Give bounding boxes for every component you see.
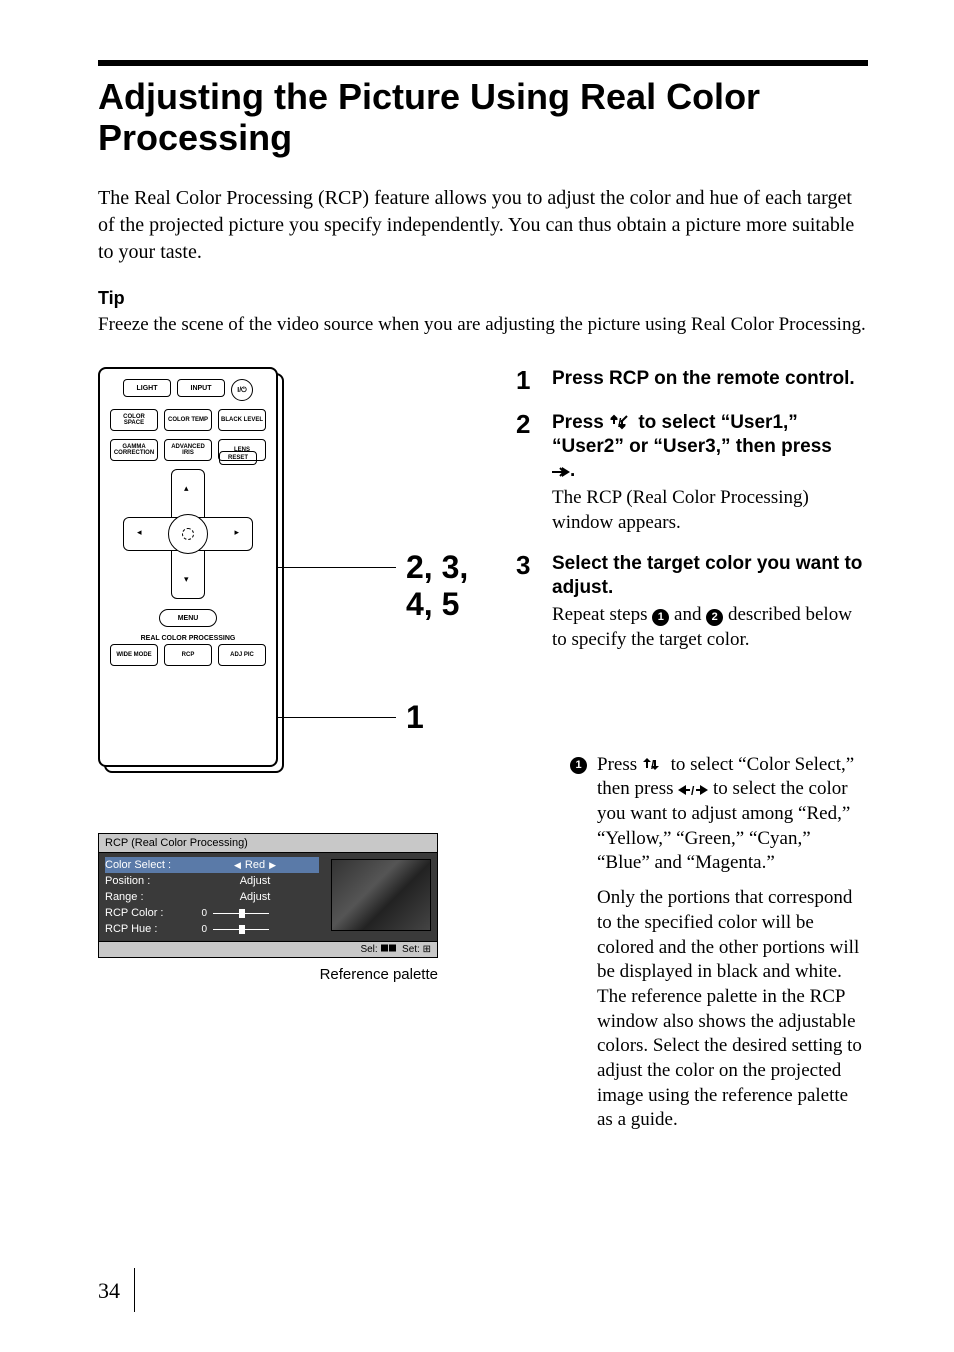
remote-widemode-button: WIDE MODE bbox=[110, 644, 158, 666]
remote-input-button: INPUT bbox=[177, 379, 225, 397]
step-3-heading: Select the target color you want to adju… bbox=[552, 552, 868, 600]
substep-1-marker: 1 bbox=[570, 757, 587, 774]
remote-blacklevel-button: BLACK LEVEL bbox=[218, 409, 266, 431]
remote-rcp-section-label: REAL COLOR PROCESSING bbox=[108, 635, 268, 642]
page-number-rule bbox=[134, 1268, 135, 1312]
page-number: 34 bbox=[98, 1278, 120, 1304]
step-3-body: Repeat steps 1 and 2 described below to … bbox=[552, 603, 868, 652]
rcp-row-hue: RCP Hue : 0 bbox=[105, 921, 319, 937]
remote-light-button: LIGHT bbox=[123, 379, 171, 397]
step-2-body: The RCP (Real Color Processing) window a… bbox=[552, 486, 868, 535]
callout-rcp-label: 1 bbox=[406, 699, 424, 736]
remote-rcp-button: RCP bbox=[164, 644, 212, 666]
substep-1-text-a: Press / to select “Color Select,” then p… bbox=[597, 753, 868, 876]
step-2-number: 2 bbox=[516, 411, 540, 536]
step-1-number: 1 bbox=[516, 367, 540, 395]
step-3-number: 3 bbox=[516, 552, 540, 653]
tip-label: Tip bbox=[98, 288, 868, 309]
up-down-arrow-icon: / bbox=[642, 756, 666, 772]
remote-gamma-button: GAMMA CORRECTION bbox=[110, 439, 158, 461]
rcp-preview-thumbnail bbox=[331, 859, 431, 931]
rcp-window-illustration: RCP (Real Color Processing) Color Select… bbox=[98, 833, 488, 983]
step-2: 2 Press / to select “User1,” “User2” or … bbox=[516, 411, 868, 536]
svg-text:/: / bbox=[691, 784, 695, 796]
step-1: 1 Press RCP on the remote control. bbox=[516, 367, 868, 395]
rcp-footer: Sel: ⯀⯀ Set: ⊞ bbox=[99, 941, 437, 957]
circled-1-icon: 1 bbox=[652, 609, 669, 626]
intro-paragraph: The Real Color Processing (RCP) feature … bbox=[98, 185, 868, 266]
remote-menu-button: MENU bbox=[159, 609, 217, 627]
up-down-arrow-icon: / bbox=[609, 414, 633, 430]
rcp-row-color: RCP Color : 0 bbox=[105, 905, 319, 921]
circled-2-icon: 2 bbox=[706, 609, 723, 626]
page-title: Adjusting the Picture Using Real Color P… bbox=[98, 76, 868, 159]
substep-1: 1 Press / to select “Color Select,” then… bbox=[516, 753, 868, 1133]
tip-body: Freeze the scene of the video source whe… bbox=[98, 313, 868, 338]
rcp-row-range: Range : Adjust bbox=[105, 889, 319, 905]
remote-power-button: I/⏻ bbox=[231, 379, 253, 401]
rcp-row-position: Position : Adjust bbox=[105, 873, 319, 889]
remote-dpad: RESET ▴ ▾ ◂ ▸ bbox=[123, 469, 253, 599]
step-3: 3 Select the target color you want to ad… bbox=[516, 552, 868, 653]
remote-adjpic-button: ADJ PIC bbox=[218, 644, 266, 666]
remote-colorspace-button: COLOR SPACE bbox=[110, 409, 158, 431]
top-rule bbox=[98, 60, 868, 66]
remote-adviris-button: ADVANCED IRIS bbox=[164, 439, 212, 461]
substep-1-text-b: Only the portions that correspond to the… bbox=[597, 886, 868, 1133]
right-arrow-icon bbox=[552, 466, 570, 478]
callout-steps-label: 2, 3, 4, 5 bbox=[406, 549, 488, 623]
remote-colortemp-button: COLOR TEMP bbox=[164, 409, 212, 431]
remote-reset-button: RESET bbox=[219, 451, 257, 465]
left-right-arrow-icon: / bbox=[678, 784, 708, 796]
step-2-heading: Press / to select “User1,” “User2” or “U… bbox=[552, 411, 868, 482]
rcp-window-title: RCP (Real Color Processing) bbox=[99, 834, 437, 853]
remote-illustration: LIGHT INPUT I/⏻ COLOR SPACE COLOR TEMP B… bbox=[98, 367, 488, 787]
rcp-caption: Reference palette bbox=[98, 966, 438, 983]
rcp-row-colorselect: Color Select : ◀Red▶ bbox=[105, 857, 319, 873]
step-1-heading: Press RCP on the remote control. bbox=[552, 367, 868, 391]
